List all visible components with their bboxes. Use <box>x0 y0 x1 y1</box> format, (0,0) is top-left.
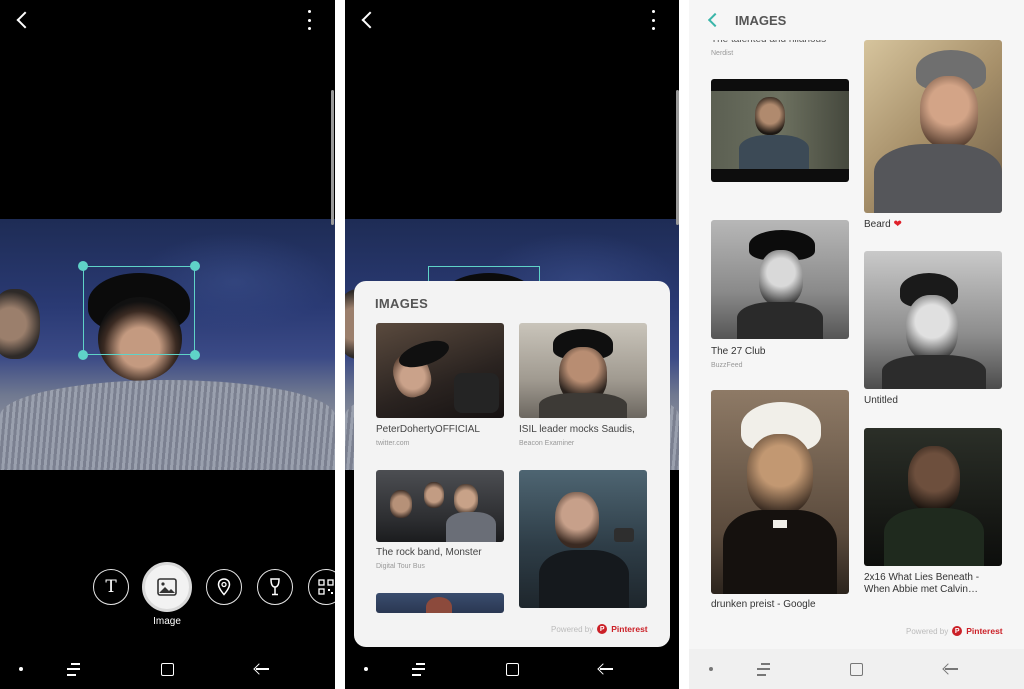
page-title: IMAGES <box>735 13 787 28</box>
result-thumbnail[interactable] <box>864 251 1002 389</box>
result-thumbnail[interactable] <box>711 220 849 339</box>
result-thumbnail[interactable] <box>519 470 647 608</box>
result-thumbnail[interactable] <box>376 323 504 418</box>
result-thumbnail[interactable] <box>711 390 849 594</box>
wine-icon <box>270 578 280 596</box>
more-vertical-icon[interactable] <box>304 10 314 30</box>
side-person <box>0 289 40 359</box>
nav-dot-icon <box>19 667 23 671</box>
text-mode-button[interactable]: T <box>93 569 129 605</box>
more-vertical-icon[interactable] <box>648 10 658 30</box>
result-caption[interactable]: Untitled <box>864 395 898 407</box>
back-nav-icon[interactable] <box>598 663 614 675</box>
back-icon[interactable] <box>707 13 721 27</box>
scrollbar[interactable] <box>676 90 679 225</box>
camera-panel: T Image <box>0 0 335 689</box>
home-icon[interactable] <box>161 662 174 676</box>
result-thumbnail[interactable] <box>519 323 647 418</box>
text-icon: T <box>105 577 117 597</box>
mode-label: Image <box>153 616 181 627</box>
caption-text: Beard <box>864 219 891 230</box>
result-caption[interactable]: ISIL leader mocks Saudis, <box>519 424 635 435</box>
system-nav-bar <box>689 649 1024 689</box>
location-mode-button[interactable] <box>206 569 242 605</box>
result-thumbnail[interactable] <box>864 40 1002 213</box>
resize-handle[interactable] <box>78 350 88 360</box>
result-source: Digital Tour Bus <box>376 563 425 570</box>
system-nav-bar <box>0 649 335 689</box>
pinterest-logo-icon: P <box>952 626 963 636</box>
result-caption[interactable]: The rock band, Monster <box>376 547 482 558</box>
mode-selector: T Image <box>0 560 335 640</box>
result-caption[interactable]: Beard ❤ <box>864 219 902 231</box>
selection-box[interactable] <box>78 261 200 360</box>
pinterest-logo-icon: P <box>597 624 608 634</box>
result-thumbnail[interactable] <box>864 428 1002 566</box>
scrollbar[interactable] <box>331 90 334 225</box>
caption-line: When Abbie met Calvin… <box>864 584 978 595</box>
image-icon <box>157 578 177 596</box>
caption-line: 2x16 What Lies Beneath - <box>864 572 980 583</box>
results-card-panel: IMAGES PeterDohertyOFFICIAL twitter.com … <box>345 0 679 689</box>
qr-code-icon <box>318 579 334 595</box>
back-icon[interactable] <box>12 9 34 31</box>
home-icon[interactable] <box>506 662 519 676</box>
recent-apps-icon[interactable] <box>757 662 770 676</box>
resize-handle[interactable] <box>190 261 200 271</box>
result-caption[interactable]: The 27 Club <box>711 346 765 358</box>
shirt <box>0 380 335 470</box>
card-title: IMAGES <box>375 296 429 311</box>
back-icon[interactable] <box>357 9 379 31</box>
recent-apps-icon[interactable] <box>67 662 80 676</box>
page-header: IMAGES <box>689 0 1024 40</box>
powered-by-pinterest[interactable]: Powered by P Pinterest <box>906 626 1003 636</box>
result-thumbnail[interactable] <box>376 593 504 613</box>
result-source: BuzzFeed <box>711 362 743 369</box>
powered-by-label: Powered by <box>906 626 949 636</box>
top-bar <box>345 0 679 40</box>
resize-handle[interactable] <box>78 261 88 271</box>
result-caption[interactable]: PeterDohertyOFFICIAL <box>376 424 480 435</box>
pinterest-brand: Pinterest <box>611 624 648 634</box>
result-caption[interactable]: 2x16 What Lies Beneath - When Abbie met … <box>864 572 979 596</box>
system-nav-bar <box>345 649 679 689</box>
back-nav-icon[interactable] <box>254 663 270 675</box>
wine-mode-button[interactable] <box>257 569 293 605</box>
image-mode-button[interactable] <box>142 562 192 612</box>
result-source: twitter.com <box>376 440 410 447</box>
resize-handle[interactable] <box>190 350 200 360</box>
pinterest-brand: Pinterest <box>966 626 1003 636</box>
recent-apps-icon[interactable] <box>412 662 425 676</box>
result-caption[interactable]: drunken preist - Google <box>711 599 816 611</box>
images-results-page: The talented and hilarious Nerdist The 2… <box>689 0 1024 689</box>
result-source: Nerdist <box>711 50 734 57</box>
result-thumbnail[interactable] <box>376 470 504 542</box>
image-results-card: IMAGES PeterDohertyOFFICIAL twitter.com … <box>354 281 670 647</box>
powered-by-pinterest[interactable]: Powered by P Pinterest <box>551 624 648 634</box>
result-thumbnail[interactable] <box>711 79 849 182</box>
location-icon <box>217 578 231 596</box>
nav-dot-icon <box>364 667 368 671</box>
back-nav-icon[interactable] <box>943 663 959 675</box>
top-bar <box>0 0 335 40</box>
qr-mode-button[interactable] <box>308 569 335 605</box>
heart-icon: ❤ <box>893 219 902 230</box>
home-icon[interactable] <box>850 662 863 676</box>
nav-dot-icon <box>709 667 713 671</box>
powered-by-label: Powered by <box>551 624 594 634</box>
result-source: Beacon Examiner <box>519 440 575 447</box>
